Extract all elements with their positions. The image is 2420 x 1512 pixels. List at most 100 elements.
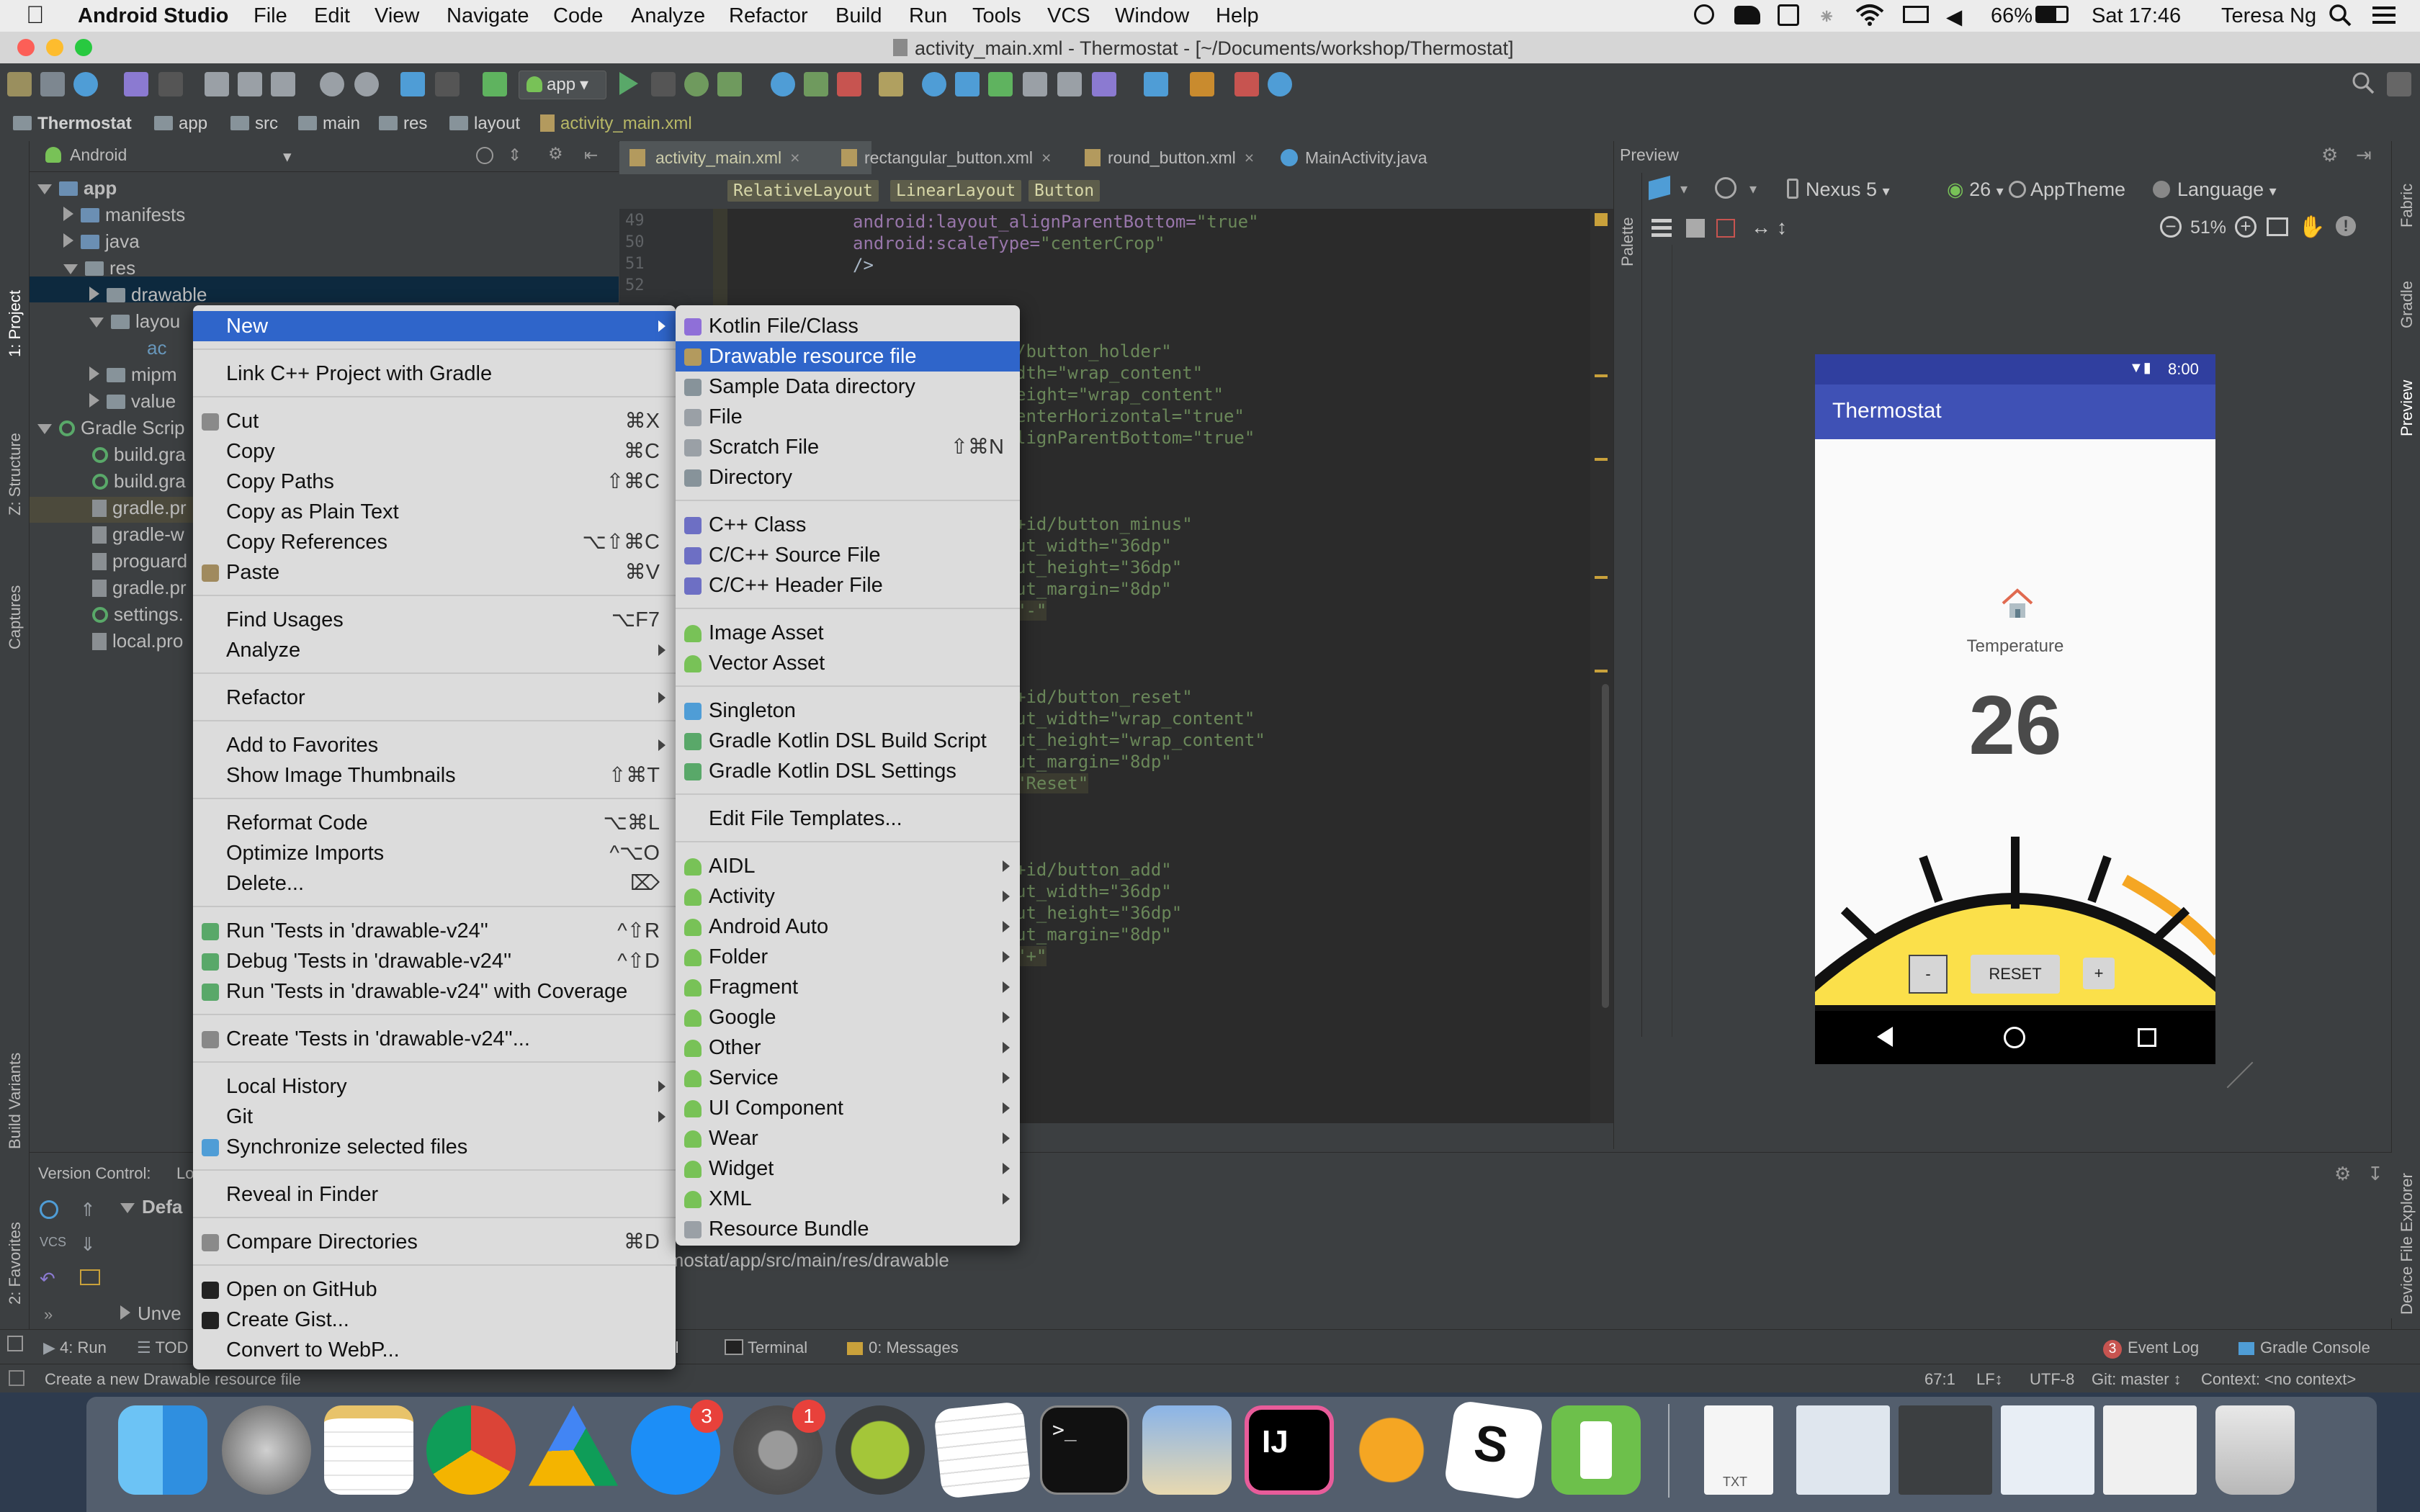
finder-icon[interactable] xyxy=(118,1405,207,1495)
git-branch[interactable]: Git: master ↕ xyxy=(2092,1370,2182,1389)
menu-item-add-to-favorites[interactable]: Add to Favorites xyxy=(193,730,676,760)
menu-item-sample-data-directory[interactable]: Sample Data directory xyxy=(676,372,1020,402)
menu-item-widget[interactable]: Widget xyxy=(676,1153,1020,1184)
tree-item-activity-main[interactable]: ac xyxy=(147,337,166,359)
menu-item-android-auto[interactable]: Android Auto xyxy=(676,912,1020,942)
back-icon[interactable] xyxy=(400,72,425,96)
accessibility-icon[interactable] xyxy=(1694,4,1714,24)
spotlight-icon[interactable] xyxy=(2328,3,2352,33)
revert-icon[interactable] xyxy=(1092,72,1116,96)
layout-icon[interactable] xyxy=(2387,72,2411,96)
menu-item-debug-tests-in-drawable-v24[interactable]: Debug 'Tests in 'drawable-v24'' ^⇧D xyxy=(193,946,676,976)
menu-item-ui-component[interactable]: UI Component xyxy=(676,1093,1020,1123)
collapse-all-icon[interactable]: ⇕ xyxy=(508,145,521,165)
menu-item-run-tests-in-drawable-v24[interactable]: Run 'Tests in 'drawable-v24'' ^⇧R xyxy=(193,916,676,946)
textedit-icon[interactable] xyxy=(933,1400,1032,1500)
changelist-unversioned[interactable]: Unve xyxy=(120,1302,182,1325)
changelist-default[interactable]: Defa xyxy=(120,1196,182,1218)
tree-item-app[interactable]: app xyxy=(37,177,117,199)
menu-item-show-image-thumbnails[interactable]: Show Image Thumbnails ⇧⌘T xyxy=(193,760,676,791)
captures-tool-tab[interactable]: Captures xyxy=(6,585,24,649)
chevron-down-icon[interactable]: ▾ xyxy=(283,147,292,166)
tree-item-gradle-wrapper[interactable]: gradle-w xyxy=(92,523,184,546)
project-view-dropdown[interactable]: Android xyxy=(70,145,127,165)
tab-round-button[interactable]: round_button.xml × xyxy=(1072,141,1254,174)
menu-item-wear[interactable]: Wear xyxy=(676,1123,1020,1153)
gear-icon[interactable]: ⚙ xyxy=(2334,1163,2351,1185)
shelve-icon[interactable] xyxy=(80,1269,100,1285)
menu-item-aidl[interactable]: AIDL xyxy=(676,851,1020,881)
notification-center-icon[interactable] xyxy=(2370,3,2398,33)
debug-icon[interactable] xyxy=(684,72,709,96)
move-up-icon[interactable]: ⇑ xyxy=(80,1199,96,1221)
apply-changes-icon[interactable] xyxy=(651,72,676,96)
menu-analyze[interactable]: Analyze xyxy=(631,4,705,28)
menu-view[interactable]: View xyxy=(375,4,419,28)
todo-tool-tab[interactable]: ☰ TOD xyxy=(137,1338,189,1357)
pan-hand-icon[interactable]: ✋ xyxy=(2298,215,2325,240)
trash-icon[interactable] xyxy=(2215,1405,2295,1495)
menu-item-paste[interactable]: Paste ⌘V xyxy=(193,557,676,588)
warning-marker[interactable] xyxy=(1595,458,1608,461)
hide-panel-icon[interactable]: ⇤ xyxy=(584,145,598,165)
menu-item-file[interactable]: File xyxy=(676,402,1020,432)
menu-item-copy-references[interactable]: Copy References ⌥⇧⌘C xyxy=(193,527,676,557)
attach-debugger-icon[interactable] xyxy=(804,72,828,96)
warnings-icon[interactable]: ! xyxy=(2336,216,2356,236)
scroll-from-source-icon[interactable] xyxy=(476,147,493,164)
intellij-icon[interactable]: IJ xyxy=(1245,1405,1334,1495)
tree-item-local-properties[interactable]: local.pro xyxy=(92,630,183,652)
menu-item-synchronize-selected-files[interactable]: Synchronize selected files xyxy=(193,1132,676,1162)
terminal-app-icon[interactable]: >_ xyxy=(1040,1405,1129,1495)
menu-item-vector-asset[interactable]: Vector Asset xyxy=(676,648,1020,678)
menu-item-edit-file-templates[interactable]: Edit File Templates... xyxy=(676,804,1020,834)
slack-icon[interactable]: S xyxy=(1443,1399,1545,1501)
messages-tool-tab[interactable]: 0: Messages xyxy=(847,1338,959,1357)
menu-item-image-asset[interactable]: Image Asset xyxy=(676,618,1020,648)
tag-button[interactable]: Button xyxy=(1028,180,1101,202)
vcs-icon[interactable]: VCS xyxy=(40,1235,66,1250)
airplay-icon[interactable] xyxy=(1903,6,1929,23)
back-nav-icon[interactable] xyxy=(1877,1027,1893,1047)
chevron-down-icon[interactable]: ▾ xyxy=(1749,180,1757,198)
breadcrumb-res[interactable]: res xyxy=(379,114,427,134)
menu-item-compare-directories[interactable]: Compare Directories ⌘D xyxy=(193,1227,676,1257)
menu-refactor[interactable]: Refactor xyxy=(729,4,808,28)
squirrel-icon[interactable] xyxy=(1734,6,1760,24)
toggle-tool-windows-icon[interactable] xyxy=(7,1336,23,1351)
close-icon[interactable]: × xyxy=(790,148,799,167)
recents-nav-icon[interactable] xyxy=(2138,1028,2156,1047)
menu-item-optimize-imports[interactable]: Optimize Imports ^⌥O xyxy=(193,838,676,868)
vcs-pull-icon[interactable] xyxy=(955,72,980,96)
menu-item-local-history[interactable]: Local History xyxy=(193,1071,676,1102)
resize-handle-icon[interactable] xyxy=(2226,1061,2254,1089)
notes-icon[interactable] xyxy=(324,1405,413,1495)
undo-icon[interactable] xyxy=(124,72,148,96)
menu-item-other[interactable]: Other xyxy=(676,1032,1020,1063)
menu-item-scratch-file[interactable]: Scratch File ⇧⌘N xyxy=(676,432,1020,462)
phone-app-icon[interactable] xyxy=(1551,1405,1641,1495)
menu-build[interactable]: Build xyxy=(835,4,882,28)
refresh-icon[interactable] xyxy=(40,1200,58,1219)
search-everywhere-icon[interactable] xyxy=(2351,71,2375,99)
wifi-icon[interactable] xyxy=(1855,3,1884,32)
tree-item-manifests[interactable]: manifests xyxy=(63,204,185,226)
inspection-status-icon[interactable] xyxy=(1595,213,1608,226)
hide-panel-icon[interactable]: ⇥ xyxy=(2356,144,2372,166)
breadcrumb-main[interactable]: main xyxy=(298,114,360,134)
sync-gradle-icon[interactable] xyxy=(879,72,903,96)
rollback-icon[interactable]: ↶ xyxy=(40,1268,55,1290)
breadcrumb-layout[interactable]: layout xyxy=(449,114,520,134)
gear-icon[interactable]: ⚙ xyxy=(2321,144,2338,166)
menu-item-refactor[interactable]: Refactor xyxy=(193,683,676,713)
tree-item-build-gradle-app[interactable]: build.gra xyxy=(92,470,186,492)
tree-item-gradle-properties[interactable]: gradle.pr xyxy=(92,497,187,519)
window-thumbnail[interactable] xyxy=(1899,1405,1992,1495)
hide-panel-icon[interactable]: ↧ xyxy=(2367,1163,2383,1185)
zoom-to-fit-icon[interactable] xyxy=(2267,217,2288,236)
run-tool-tab[interactable]: ▶ 4: Run xyxy=(43,1338,107,1357)
zoom-in-icon[interactable]: + xyxy=(2235,216,2257,238)
menu-item-copy-paths[interactable]: Copy Paths ⇧⌘C xyxy=(193,467,676,497)
bluetooth-icon[interactable]: ⁕ xyxy=(1818,4,1835,30)
menu-run[interactable]: Run xyxy=(909,4,947,28)
